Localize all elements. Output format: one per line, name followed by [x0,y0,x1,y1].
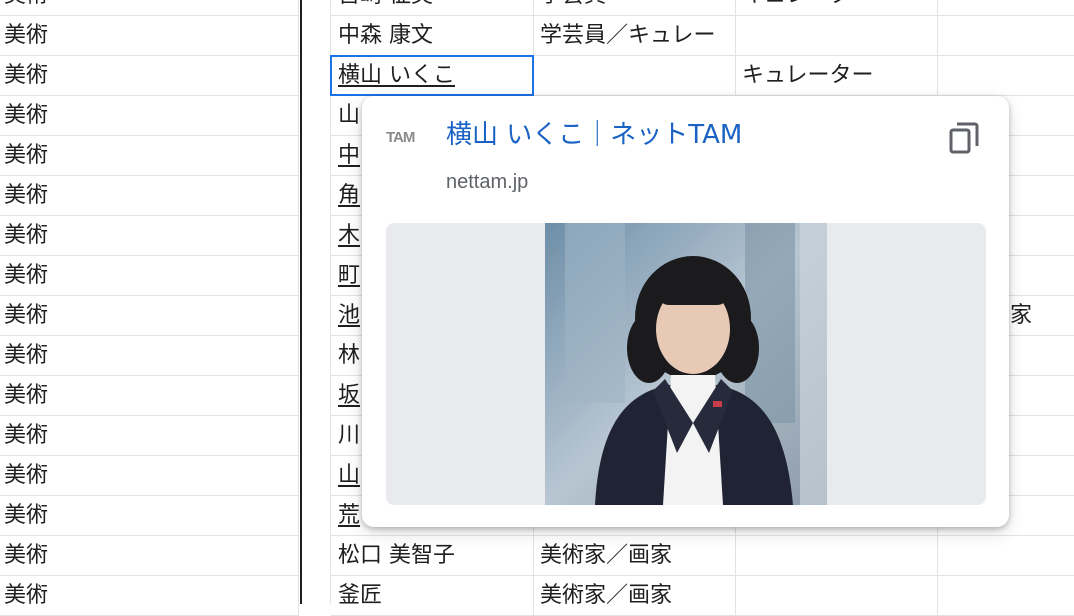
cell-extra[interactable] [937,576,1074,616]
cell-title-text: キュレーター [742,63,874,88]
cell-genre-text: 美術 [4,23,49,48]
cell-title[interactable] [735,536,938,576]
copy-link-button[interactable] [945,118,985,158]
frozen-column-divider[interactable] [300,0,302,604]
cell-genre[interactable]: 美術 [0,256,299,296]
preview-domain: nettam.jp [446,171,529,193]
cell-role[interactable]: 学芸員 [533,0,736,16]
profile-photo [545,223,827,505]
cell-genre[interactable]: 美術 [0,456,299,496]
cell-genre[interactable]: 美術 [0,416,299,456]
cell-name-text: 中森 康文 [338,23,433,48]
cell-genre-text: 美術 [4,143,49,168]
cell-name-text: 林 [338,343,361,368]
cell-name-text[interactable]: 角 [338,183,360,208]
cell-title[interactable] [735,16,938,56]
cell-role[interactable]: 学芸員／キュレー [533,16,736,56]
cell-genre-text: 美術 [4,383,49,408]
cell-genre[interactable]: 美術 [0,296,299,336]
cell-role-text: 学芸員 [540,0,606,8]
cell-genre[interactable]: 美術 [0,96,299,136]
cell-role[interactable]: 美術家／画家 [533,536,736,576]
cell-genre-text: 美術 [4,423,49,448]
row-gap-column [302,0,331,604]
table-row: 美術 松口 美智子 美術家／画家 [0,536,1074,576]
cell-genre[interactable]: 美術 [0,336,299,376]
cell-name-text: 川 [338,423,361,448]
preview-title-link[interactable]: 横山 いくこ｜ネットTAM [446,118,742,152]
cell-name[interactable]: 中森 康文 [331,16,534,56]
cell-name-text: 釜匠 [338,583,383,608]
copy-icon [949,122,979,154]
cell-genre-text: 美術 [4,303,49,328]
cell-genre-text: 美術 [4,583,49,608]
table-row: 美術 中森 康文 学芸員／キュレー [0,16,1074,56]
cell-genre-text: 美術 [4,223,49,248]
cell-genre[interactable]: 美術 [0,216,299,256]
table-row: 美術 釜匠 美術家／画家 [0,576,1074,616]
preview-image-area [386,223,986,505]
cell-extra[interactable] [937,536,1074,576]
cell-name-text: 宮崎 征英 [338,0,433,8]
cell-name-text[interactable]: 木 [338,223,360,248]
cell-genre-text: 美術 [4,263,49,288]
cell-name-text[interactable]: 中 [338,143,360,168]
cell-title[interactable]: キュレーター [735,56,938,96]
cell-genre-text: 美術 [4,183,49,208]
cell-role-text: 美術家／画家 [540,583,673,608]
cell-name-text[interactable]: 池 [338,303,360,328]
cell-role-text: 学芸員／キュレー [540,23,716,48]
cell-genre-text: 美術 [4,503,49,528]
cell-name-text[interactable]: 坂 [338,383,360,408]
cell-genre[interactable]: 美術 [0,376,299,416]
cell-title[interactable]: キュレーター [735,0,938,16]
cell-genre[interactable]: 美術 [0,0,299,16]
cell-role-text: 美術家／画家 [540,543,673,568]
cell-genre[interactable]: 美術 [0,496,299,536]
site-favicon-icon: TAM [386,129,415,146]
cell-name-text[interactable]: 荒 [338,503,360,528]
table-row: 美術 横山 いくこ キュレーター [0,56,1074,96]
cell-genre-text: 美術 [4,543,49,568]
table-row: 美術 宮崎 征英 学芸員 キュレーター [0,0,1074,16]
cell-role[interactable]: 美術家／画家 [533,576,736,616]
cell-genre[interactable]: 美術 [0,176,299,216]
cell-title-text: キュレーター [742,0,874,8]
cell-name[interactable]: 釜匠 [331,576,534,616]
cell-genre-text: 美術 [4,463,49,488]
cell-genre[interactable]: 美術 [0,56,299,96]
cell-genre[interactable]: 美術 [0,16,299,56]
cell-genre-text: 美術 [4,63,49,88]
cell-genre-text: 美術 [4,103,49,128]
cell-name-text: 山 [338,103,361,128]
cell-extra[interactable] [937,56,1074,96]
cell-role[interactable] [533,56,736,96]
cell-extra[interactable] [937,16,1074,56]
cell-name-text: 松口 美智子 [338,543,455,568]
cell-name-text[interactable]: 横山 いくこ [338,63,455,88]
cell-genre[interactable]: 美術 [0,576,299,616]
cell-genre-text: 美術 [4,0,48,8]
cell-name-text[interactable]: 町 [338,263,360,288]
cell-genre[interactable]: 美術 [0,136,299,176]
cell-extra[interactable] [937,0,1074,16]
cell-name-text[interactable]: 山 [338,463,360,488]
cell-genre[interactable]: 美術 [0,536,299,576]
cell-name[interactable]: 松口 美智子 [331,536,534,576]
cell-name[interactable]: 宮崎 征英 [331,0,534,16]
link-preview-card[interactable]: TAM 横山 いくこ｜ネットTAM nettam.jp [362,96,1009,527]
cell-name[interactable]: 横山 いくこ [331,56,534,96]
cell-genre-text: 美術 [4,343,49,368]
cell-title[interactable] [735,576,938,616]
